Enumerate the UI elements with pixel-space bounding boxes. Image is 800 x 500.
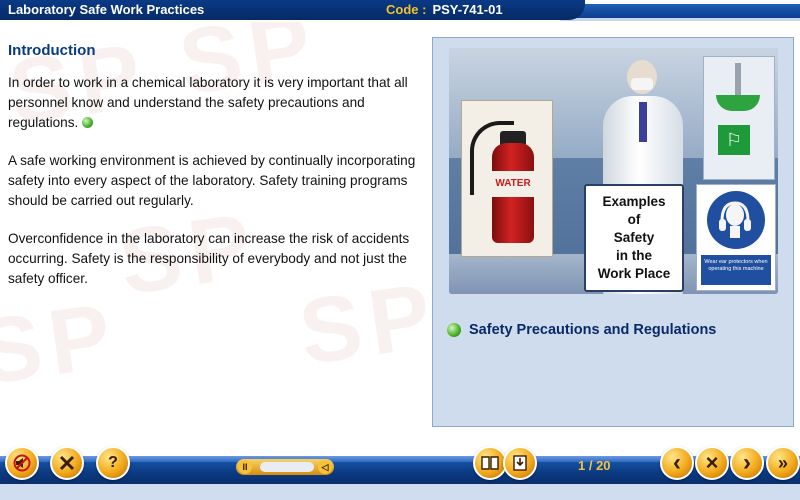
caption-line: of [627,212,641,227]
audio-off-button[interactable] [5,446,39,480]
last-page-button[interactable]: » [766,446,800,480]
glossary-button[interactable] [473,446,507,480]
download-doc-icon [513,455,527,471]
progress-inner [260,462,314,472]
caption-line: Examples [602,194,666,209]
speaker-muted-icon [13,454,31,472]
tie [639,102,647,142]
eyewash-bowl-icon [716,95,760,111]
caption-line: in the [615,248,652,263]
emergency-sign-icon: ⚐ [718,125,750,155]
ear-protection-sign: Wear ear protectors when operating this … [696,184,776,291]
panel-title-text: Safety Precautions and Regulations [469,322,717,338]
face-mask [631,78,653,90]
examples-caption[interactable]: Examples of Safety in the Work Place [584,184,684,292]
green-bullet-icon[interactable] [82,117,94,128]
help-button[interactable]: ? [96,446,130,480]
close-button[interactable]: × [695,446,729,480]
caption-line: Safety [613,230,655,245]
help-icon: ? [108,454,118,471]
next-button[interactable]: › [730,446,764,480]
paragraph-1: In order to work in a chemical laborator… [8,73,423,133]
safety-illustration: WATER ⚐ Wear ear protectors when operati… [449,48,778,294]
green-bullet-icon [447,323,461,337]
header-bar: Laboratory Safe Work Practices Code : PSY… [0,0,800,22]
caption-text: Examples of Safety in the Work Place [598,193,671,283]
chevron-left-icon: ‹ [673,449,681,476]
ear-protector-icon [719,201,751,238]
paragraph-3: Overconfidence in the laboratory can inc… [8,231,410,286]
media-panel: WATER ⚐ Wear ear protectors when operati… [432,37,794,427]
course-title: Laboratory Safe Work Practices [8,2,205,17]
book-icon [481,456,499,470]
header-accent [560,4,800,21]
ear-sign-text: Wear ear protectors when operating this … [701,255,771,285]
rewind-icon[interactable]: ◁ [318,460,332,474]
page-heading: Introduction [8,42,96,59]
code-label: Code : [386,2,427,17]
paragraph-2: A safe working environment is achieved b… [8,153,416,208]
eyewash-pipe [735,63,741,97]
chevron-right-icon: › [743,449,751,476]
fire-extinguisher-card: WATER [461,100,553,257]
close-icon: × [705,450,719,475]
page-counter: 1 / 20 [578,458,611,473]
skip-end-icon: » [777,453,788,473]
tools-button[interactable] [50,446,84,480]
slide-progress-bar[interactable]: II ◁ [236,459,334,475]
eyewash-station-card: ⚐ [703,56,775,180]
content-area: Introduction In order to work in a chemi… [8,42,423,307]
course-code: Code : PSY-741-01 [386,2,503,17]
toolbar-base [0,484,800,500]
panel-title[interactable]: Safety Precautions and Regulations [447,322,716,338]
extinguisher-label: WATER [492,171,534,197]
tools-icon [59,455,75,471]
caption-line: Work Place [597,266,671,281]
resources-button[interactable] [503,446,537,480]
code-value: PSY-741-01 [432,2,503,17]
pause-icon[interactable]: II [238,460,252,474]
paragraph-text: In order to work in a chemical laborator… [8,75,408,130]
previous-button[interactable]: ‹ [660,446,694,480]
